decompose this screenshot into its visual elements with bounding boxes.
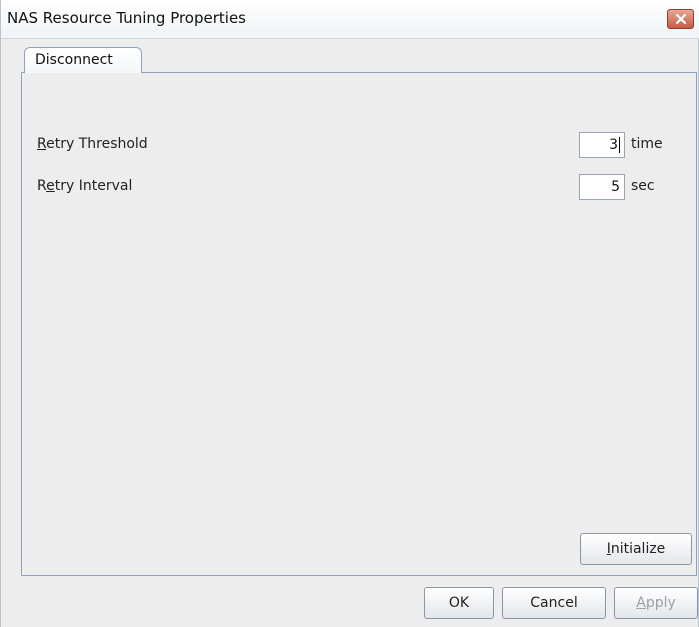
- retry-threshold-label: Retry Threshold: [37, 136, 148, 152]
- tab-disconnect[interactable]: Disconnect: [24, 47, 142, 73]
- retry-interval-label-pre: R: [37, 178, 47, 194]
- apply-mnemonic: A: [636, 595, 646, 611]
- ok-button[interactable]: OK: [424, 587, 494, 619]
- tab-disconnect-label: Disconnect: [35, 52, 113, 68]
- retry-interval-label: Retry Interval: [37, 178, 132, 194]
- window-title: NAS Resource Tuning Properties: [7, 9, 246, 27]
- retry-threshold-unit: time: [631, 136, 663, 152]
- retry-interval-value: 5: [611, 179, 620, 195]
- retry-threshold-label-rest: etry Threshold: [46, 136, 148, 152]
- nas-resource-tuning-dialog: NAS Resource Tuning Properties Disconnec…: [0, 0, 699, 627]
- title-bar[interactable]: NAS Resource Tuning Properties: [1, 0, 699, 39]
- close-button[interactable]: [667, 9, 694, 29]
- initialize-label-rest: nitialize: [610, 541, 666, 557]
- retry-interval-mnemonic: e: [46, 178, 55, 194]
- retry-interval-label-rest: try Interval: [54, 178, 133, 194]
- retry-interval-input[interactable]: 5: [579, 174, 625, 200]
- initialize-button[interactable]: Initialize: [580, 533, 692, 565]
- apply-label-rest: pply: [645, 595, 676, 611]
- retry-interval-unit: sec: [631, 178, 655, 194]
- close-icon: [675, 13, 686, 25]
- apply-button[interactable]: Apply: [614, 587, 698, 619]
- retry-threshold-mnemonic: R: [37, 136, 47, 152]
- cancel-button[interactable]: Cancel: [502, 587, 606, 619]
- retry-threshold-value: 3: [609, 137, 620, 153]
- retry-threshold-input[interactable]: 3: [579, 132, 625, 158]
